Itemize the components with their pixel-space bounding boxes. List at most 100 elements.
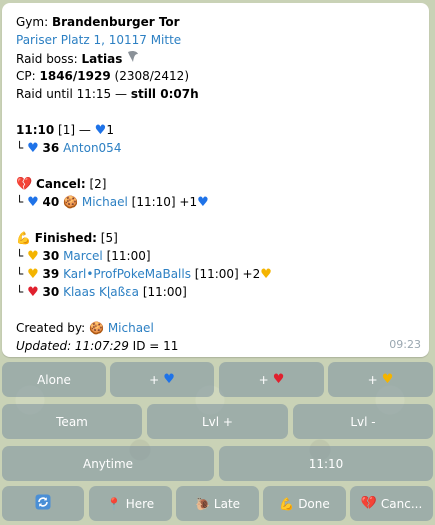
blue-heart-icon: ♥ (94, 123, 107, 138)
add-blue-button[interactable]: + ♥ (110, 362, 214, 397)
yellow-heart-icon: ♥ (27, 249, 39, 264)
refresh-button[interactable] (2, 486, 84, 521)
level-down-button[interactable]: Lvl - (293, 404, 433, 439)
player-link[interactable]: Klaas Kɭaßɛa (63, 285, 139, 299)
gym-address-link[interactable]: Pariser Platz 1, 10117 Mitte (16, 33, 181, 47)
time-slot-button[interactable]: 11:10 (219, 446, 433, 481)
raid-until-text: Raid until 11:15 — (16, 87, 127, 101)
inline-keyboard: Alone + ♥ + ♥ + ♥ Team Lvl + Lvl - Anytime … (2, 362, 433, 523)
level-up-label: Lvl + (202, 414, 233, 429)
blue-heart-icon: ♥ (197, 195, 209, 210)
slot-blue-count: 1 (106, 123, 114, 137)
done-label: Done (298, 496, 330, 511)
tree-prefix: └ (16, 195, 24, 209)
player-link[interactable]: Marcel (63, 249, 103, 263)
team-label: Team (56, 414, 88, 429)
cp-line: CP: 1846/1929 (2308/2412) (16, 67, 416, 85)
time-slot-label: 11:10 (308, 456, 344, 471)
level-up-button[interactable]: Lvl + (147, 404, 288, 439)
plus-label: + (258, 372, 269, 387)
raid-until-line: Raid until 11:15 — still 0:07h (16, 85, 416, 103)
finished-time: [11:00] (106, 249, 151, 263)
blue-heart-icon: ♥ (163, 372, 175, 387)
finished-time: [11:00] +2 (194, 267, 261, 281)
here-label: Here (125, 496, 155, 511)
raid-id: ID = 11 (132, 339, 179, 353)
finished-label: Finished: (34, 231, 97, 245)
late-button[interactable]: 🐌 Late (176, 486, 259, 521)
slot-count: [1] — (58, 123, 91, 137)
plus-label: + (367, 372, 378, 387)
alone-button[interactable]: Alone (2, 362, 106, 397)
gym-line: Gym: Brandenburger Tor (16, 13, 416, 31)
gym-name: Brandenburger Tor (51, 15, 180, 29)
biceps-icon: 💪 (279, 496, 295, 511)
pin-icon: 📍 (106, 496, 122, 511)
created-by-line: Created by: 🍪 Michael (16, 319, 416, 337)
tree-prefix: └ (16, 285, 24, 299)
updated-label: Updated: 11:07:29 (16, 339, 129, 353)
message-timestamp: 09:23 (389, 338, 421, 351)
player-level: 40 (42, 195, 60, 209)
broken-heart-icon: 💔 (360, 496, 377, 511)
snail-icon: 🐌 (194, 496, 210, 511)
raid-boss-line: Raid boss: Latias (16, 49, 416, 67)
raid-still: still 0:07h (130, 87, 199, 101)
finished-time: [11:00] (142, 285, 187, 299)
gym-label: Gym: (16, 15, 49, 29)
plus-label: + (149, 372, 160, 387)
yellow-heart-icon: ♥ (260, 267, 272, 282)
player-level: 30 (42, 285, 60, 299)
level-down-label: Lvl - (350, 414, 376, 429)
tree-prefix: └ (16, 249, 24, 263)
cancel-entry: └ ♥ 40 🍪 Michael [11:10] +1♥ (16, 193, 416, 211)
created-label: Created by: (16, 321, 86, 335)
creator-link[interactable]: Michael (108, 321, 154, 335)
yellow-heart-icon: ♥ (381, 372, 394, 387)
finished-count: [5] (100, 231, 118, 245)
time-slot-line: 11:10 [1] — ♥1 (16, 121, 416, 139)
cp-value: 1846/1929 (39, 69, 111, 83)
broken-heart-icon: 💔 (16, 177, 33, 192)
player-level: 39 (42, 267, 60, 281)
cp-label: CP: (16, 69, 36, 83)
add-yellow-button[interactable]: + ♥ (328, 362, 433, 397)
player-link[interactable]: Anton054 (63, 141, 121, 155)
anytime-label: Anytime (82, 456, 134, 471)
updated-line: Updated: 11:07:29 ID = 11 (16, 337, 416, 355)
here-button[interactable]: 📍 Here (89, 486, 172, 521)
add-red-button[interactable]: + ♥ (219, 362, 324, 397)
cookie-icon: 🍪 (63, 195, 79, 209)
red-heart-icon: ♥ (27, 285, 39, 300)
finished-entry: └ ♥ 30 Marcel [11:00] (16, 247, 416, 265)
boss-name: Latias (81, 52, 123, 66)
player-level: 30 (42, 249, 60, 263)
biceps-icon: 💪 (16, 231, 31, 245)
boss-label: Raid boss: (16, 52, 78, 66)
cancel-count: [2] (89, 177, 107, 191)
player-link[interactable]: Karl•ProfPokeMaBalls (63, 267, 191, 281)
slot-time: 11:10 (16, 123, 55, 137)
player-level: 36 (42, 141, 60, 155)
refresh-icon (35, 494, 51, 513)
slot-entry: └ ♥ 36 Anton054 (16, 139, 416, 157)
cookie-icon: 🍪 (89, 321, 104, 335)
cancel-time: [11:10] +1 (131, 195, 198, 209)
wing-icon (126, 50, 140, 66)
player-link[interactable]: Michael (82, 195, 128, 209)
blue-heart-icon: ♥ (27, 141, 39, 156)
cancel-button[interactable]: 💔 Canc... (350, 486, 433, 521)
anytime-button[interactable]: Anytime (2, 446, 214, 481)
red-heart-icon: ♥ (272, 372, 285, 387)
done-button[interactable]: 💪 Done (263, 486, 346, 521)
team-button[interactable]: Team (2, 404, 142, 439)
yellow-heart-icon: ♥ (27, 267, 39, 282)
alone-label: Alone (37, 372, 71, 387)
finished-entry: └ ♥ 30 Klaas Kɭaßɛa [11:00] (16, 283, 416, 301)
blue-heart-icon: ♥ (27, 195, 39, 210)
cp-boosted: (2308/2412) (114, 69, 189, 83)
raid-message: Gym: Brandenburger Tor Pariser Platz 1, … (2, 3, 429, 357)
finished-header: 💪 Finished: [5] (16, 229, 416, 247)
finished-entry: └ ♥ 39 Karl•ProfPokeMaBalls [11:00] +2♥ (16, 265, 416, 283)
cancel-label: Cancel: (36, 177, 86, 191)
